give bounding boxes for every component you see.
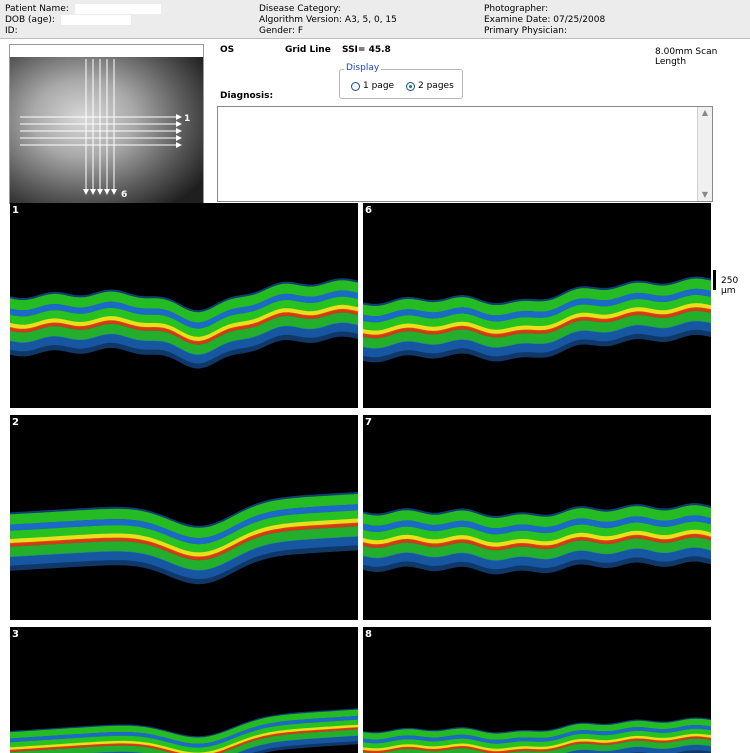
redacted-field	[60, 15, 131, 25]
oct-scan-number: 8	[365, 629, 372, 640]
patient-info-header: Patient Name: DOB (age): ID: Disease Cat…	[0, 0, 750, 39]
id-label: ID:	[5, 26, 18, 36]
eye-label: OS	[220, 45, 235, 55]
scale-bar-label: 250 µm	[721, 276, 739, 296]
header-col-staff: Photographer: Examine Date: 07/25/2008 P…	[484, 4, 605, 37]
oct-scan-number: 1	[12, 205, 19, 216]
oct-scan-7: 7	[363, 415, 711, 620]
dob-label: DOB (age):	[5, 15, 55, 25]
redacted-field	[74, 4, 161, 14]
header-col-exam: Disease Category: Algorithm Version: A3,…	[259, 4, 397, 37]
oct-scan-image	[363, 276, 711, 363]
oct-scan-image	[10, 278, 358, 369]
oct-scan-number: 3	[12, 629, 19, 640]
disease-category-label: Disease Category:	[259, 4, 341, 14]
radio-1-page-label: 1 page	[363, 81, 395, 91]
scroll-down-icon[interactable]: ▼	[700, 190, 710, 200]
radio-selected-icon[interactable]	[406, 81, 415, 91]
radio-2-pages[interactable]: 2 pages	[406, 81, 454, 91]
oct-scan-image	[10, 491, 358, 585]
algorithm-version-label: Algorithm Version: A3, 5, 0, 15	[259, 15, 397, 25]
fundus-image: 1 6	[10, 57, 203, 203]
oct-scan-number: 7	[365, 417, 372, 428]
oct-scan-8: 8	[363, 627, 711, 753]
scale-bar	[713, 270, 716, 290]
oct-scan-image	[10, 708, 358, 753]
radio-1-page[interactable]: 1 page	[351, 81, 394, 91]
radio-2-pages-label: 2 pages	[418, 81, 454, 91]
fundus-image-panel: 1 6	[9, 44, 204, 204]
gender-label: Gender: F	[259, 26, 304, 36]
examine-date-label: Examine Date: 07/25/2008	[484, 15, 606, 25]
diagnosis-label: Diagnosis:	[220, 91, 274, 101]
fundus-h-label: 1	[184, 114, 190, 124]
photographer-label: Photographer:	[484, 4, 549, 14]
display-legend: Display	[344, 63, 382, 73]
oct-scan-number: 6	[365, 205, 372, 216]
oct-scan-2: 2	[10, 415, 358, 620]
scroll-up-icon[interactable]: ▲	[700, 108, 710, 118]
primary-physician-label: Primary Physician:	[484, 26, 567, 36]
radio-icon[interactable]	[351, 81, 360, 91]
grid-line-label: Grid Line	[285, 45, 331, 55]
oct-scan-image	[363, 503, 711, 575]
display-options-group: Display 1 page 2 pages	[339, 63, 463, 99]
scan-length-label: 8.00mm Scan Length	[655, 47, 718, 67]
patient-name-label: Patient Name:	[5, 4, 69, 14]
fundus-v-label: 6	[121, 190, 127, 200]
header-col-patient: Patient Name: DOB (age): ID:	[5, 4, 161, 37]
oct-scan-6: 6	[363, 203, 711, 408]
oct-scan-1: 1	[10, 203, 358, 408]
oct-scan-image	[363, 717, 711, 753]
oct-scan-3: 3	[10, 627, 358, 753]
ssi-label: SSI= 45.8	[342, 45, 391, 55]
diagnosis-textarea[interactable]: ▲ ▼	[217, 106, 713, 202]
oct-scan-number: 2	[12, 417, 19, 428]
diagnosis-scrollbar[interactable]: ▲ ▼	[697, 107, 712, 201]
